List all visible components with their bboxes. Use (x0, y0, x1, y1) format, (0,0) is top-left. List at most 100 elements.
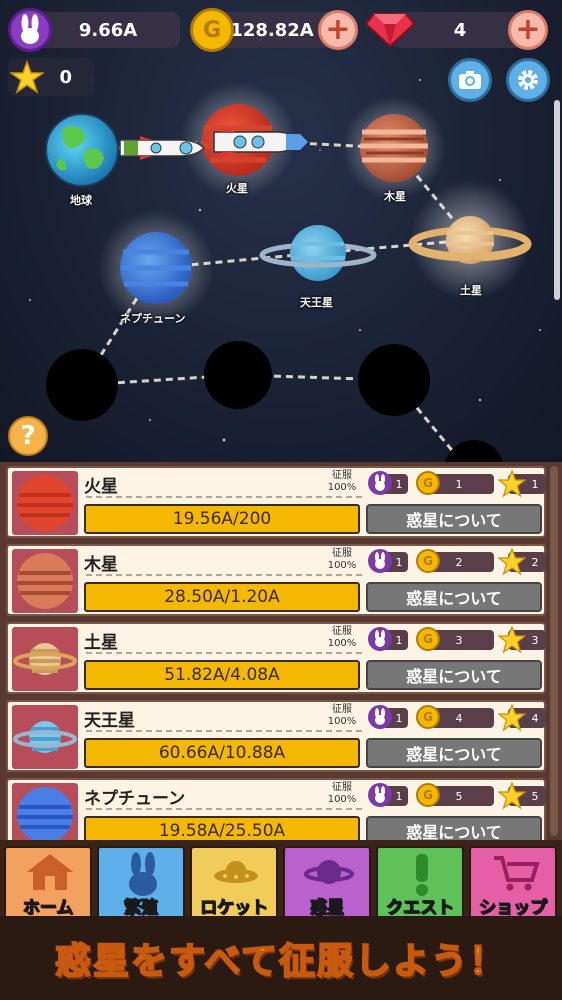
rabbit-small-icon (368, 783, 392, 807)
coin-level-value: 2 (455, 555, 463, 569)
planet-card[interactable]: 土星 征服 100% 51.82A/4.08A 惑星について 1 3 G 3 (6, 622, 546, 694)
conquest-label: 征服 (332, 626, 352, 637)
resource-bar: 9.66A 128.82A G + 4 + 0 (0, 0, 562, 96)
about-planet-button[interactable]: 惑星について (366, 660, 542, 690)
tab-quests[interactable]: クエスト (376, 846, 464, 922)
conquest-label: 征服 (332, 548, 352, 559)
about-planet-button[interactable]: 惑星について (366, 738, 542, 768)
add-gems-button[interactable]: + (508, 10, 548, 50)
star-value: 0 (59, 66, 72, 88)
coin-small-icon: G (416, 705, 440, 729)
conquest-percent: 100% (327, 638, 357, 649)
planet-progress-bar: 51.82A/4.08A (84, 660, 360, 690)
divider (86, 730, 362, 732)
planet-thumbnail (12, 705, 78, 769)
coin-level-value: 4 (455, 711, 463, 725)
rabbit-small-icon (368, 705, 392, 729)
planet-list[interactable]: 火星 征服 100% 19.56A/200 惑星について 1 1 G 1 木星 … (0, 462, 562, 840)
planet-label-mars: 火星 (226, 182, 248, 195)
coin-level-value: 3 (455, 633, 463, 647)
conquest-status: 征服 100% (326, 626, 358, 650)
conquest-percent: 100% (327, 716, 357, 727)
rabbit-icon (129, 852, 157, 896)
tab-label: クエスト (386, 898, 455, 919)
coin-small-icon: G (416, 549, 440, 573)
star-small-icon (498, 704, 526, 732)
rabbit-icon (8, 8, 52, 52)
star-small-icon (498, 470, 526, 498)
settings-button[interactable] (506, 58, 550, 102)
ufo-icon (214, 861, 258, 883)
planet-icon (304, 860, 354, 884)
tab-label: ショップ (479, 898, 548, 919)
planet-thumbnail (12, 549, 78, 613)
planet-progress-bar: 60.66A/10.88A (84, 738, 360, 768)
add-coins-button[interactable]: + (318, 10, 358, 50)
earth-planet (45, 113, 119, 187)
coin-small-icon: G (416, 471, 440, 495)
cart-icon (494, 856, 540, 891)
ruby-icon (366, 13, 414, 48)
divider (86, 574, 362, 576)
tab-shop[interactable]: ショップ (469, 846, 557, 922)
divider (86, 652, 362, 654)
coin-small-icon: G (416, 783, 440, 807)
divider (86, 808, 362, 810)
star-small-icon (498, 548, 526, 576)
coin-level-value: 5 (455, 789, 463, 803)
coin-icon: G (190, 8, 234, 52)
conquest-status: 征服 100% (326, 782, 358, 806)
planet-card[interactable]: 火星 征服 100% 19.56A/200 惑星について 1 1 G 1 (6, 466, 546, 538)
planet-thumbnail (12, 471, 78, 535)
tab-rocket[interactable]: ロケット (190, 846, 278, 922)
planet-card[interactable]: 木星 征服 100% 28.50A/1.20A 惑星について 1 2 G 2 (6, 544, 546, 616)
planet-name: 土星 (84, 633, 118, 653)
help-icon: ? (20, 421, 36, 451)
coin-small-icon: G (416, 627, 440, 651)
planet-card[interactable]: ネプチューン 征服 100% 19.58A/25.50A 惑星について 1 5 … (6, 778, 546, 840)
divider (86, 496, 362, 498)
help-button[interactable]: ? (8, 416, 48, 456)
list-scrollbar[interactable] (550, 466, 558, 836)
power-value: 9.66A (78, 19, 138, 41)
planet-progress-bar: 19.56A/200 (84, 504, 360, 534)
bottom-tab-bar: ホーム 繁殖 ロケット 惑星 クエスト ショップ (0, 840, 562, 922)
banner-text: 惑星をすべて征服しよう！ (54, 940, 508, 983)
tab-label: ホーム (22, 898, 74, 919)
neptune-planet (120, 232, 192, 304)
planet-thumbnail (12, 783, 78, 840)
tab-planets[interactable]: 惑星 (283, 846, 371, 922)
tab-label: 繁殖 (124, 898, 159, 919)
rabbit-small-icon (368, 471, 392, 495)
star-small-icon (498, 626, 526, 654)
about-planet-button[interactable]: 惑星について (366, 582, 542, 612)
tab-breeding[interactable]: 繁殖 (97, 846, 185, 922)
planet-label-saturn: 土星 (460, 284, 482, 297)
planet-label-jupiter: 木星 (384, 190, 406, 203)
uranus-planet (259, 225, 377, 281)
exclamation-icon (416, 854, 428, 896)
promo-banner: 惑星をすべて征服しよう！ (0, 916, 562, 1000)
gem-value: 4 (453, 19, 467, 41)
tab-home[interactable]: ホーム (4, 846, 92, 922)
coin-value: 128.82A (230, 19, 314, 41)
conquest-percent: 100% (327, 794, 357, 805)
planet-name: 火星 (84, 477, 118, 497)
planet-card[interactable]: 天王星 征服 100% 60.66A/10.88A 惑星について 1 4 G 4 (6, 700, 546, 772)
planet-label-neptune: ネプチューン (120, 312, 186, 325)
conquest-status: 征服 100% (326, 470, 358, 494)
conquest-label: 征服 (332, 470, 352, 481)
planet-name: 天王星 (84, 711, 135, 731)
about-planet-button[interactable]: 惑星について (366, 504, 542, 534)
conquest-percent: 100% (327, 482, 357, 493)
star-small-icon (498, 782, 526, 810)
planet-name: ネプチューン (84, 789, 186, 809)
rabbit-small-icon (368, 627, 392, 651)
planet-progress-bar: 28.50A/1.20A (84, 582, 360, 612)
camera-button[interactable] (448, 58, 492, 102)
home-icon (27, 854, 73, 890)
power-counter: 9.66A (36, 12, 180, 48)
planet-label-uranus: 天王星 (300, 296, 333, 309)
tab-label: ロケット (200, 898, 269, 919)
about-planet-button[interactable]: 惑星について (366, 816, 542, 840)
